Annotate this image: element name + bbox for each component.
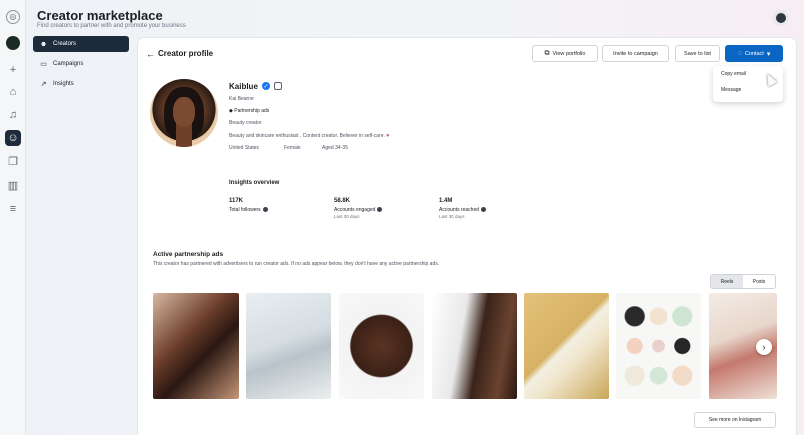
creators-icon: ☻ <box>39 40 48 48</box>
contact-icon: ◌ <box>737 50 742 57</box>
metric-label: Accounts engaged <box>334 207 383 213</box>
menu-icon[interactable]: ≡ <box>6 202 20 216</box>
nav-item-creators[interactable]: ☻ Creators <box>33 36 129 52</box>
creators-icon[interactable]: ☺ <box>5 130 21 146</box>
nav-item-campaigns[interactable]: ▭ Campaigns <box>33 56 129 72</box>
tag-age: Aged 34-35 <box>322 145 348 151</box>
tab-reels[interactable]: Reels <box>711 275 743 288</box>
avatar-icon[interactable] <box>6 36 20 50</box>
save-to-list-button[interactable]: Save to list <box>675 45 720 62</box>
info-icon[interactable] <box>377 207 383 213</box>
metric-period: Last 30 days <box>334 214 360 219</box>
bell-icon[interactable]: ♫ <box>6 108 20 122</box>
nav-item-label: Insights <box>53 81 74 87</box>
bio-text: Beauty and skincare enthusiast . Content… <box>229 133 385 139</box>
page-header-subtitle: Find creators to partner with and promot… <box>37 23 186 29</box>
contact-label: Contact <box>744 50 764 57</box>
ad-thumbnail[interactable] <box>339 293 424 399</box>
view-portfolio-button[interactable]: ⧉ View portfolio <box>532 45 598 62</box>
nav-item-label: Campaigns <box>53 61 84 67</box>
metric-label-text: Accounts reached <box>439 207 480 213</box>
meta-icon[interactable]: ◎ <box>6 10 20 24</box>
ad-thumbnail[interactable] <box>524 293 609 399</box>
metric-label-text: Total followers <box>229 207 261 213</box>
section-title: Active partnership ads <box>153 251 224 258</box>
side-nav: ☻ Creators ▭ Campaigns ↗ Insights <box>33 36 129 96</box>
instagram-icon[interactable] <box>274 82 282 90</box>
page-header-title: Creator marketplace <box>37 8 163 23</box>
avatar-face <box>173 97 195 127</box>
metric-value: 117K <box>229 198 244 204</box>
section-subtitle: This creator has partnered with advertis… <box>153 261 440 267</box>
icon-rail: ◎ + ⌂ ♫ ☺ ❐ ▥ ≡ <box>0 0 26 435</box>
handshake-icon: ◆ <box>229 108 233 114</box>
metric-label: Total followers <box>229 207 268 213</box>
insights-title: Insights overview <box>229 180 280 186</box>
see-more-on-instagram-button[interactable]: See more on Instagram <box>694 412 776 428</box>
partnership-text: Partnership ads <box>234 108 270 114</box>
creator-name: Kaiblue <box>229 82 258 91</box>
ad-thumbnail[interactable] <box>153 293 239 399</box>
heart-icon: ♥ <box>386 133 390 139</box>
save-label: Save to list <box>684 50 711 57</box>
partnership-ads-label: ◆ Partnership ads <box>229 108 269 114</box>
creator-category: Beauty creator <box>229 120 262 126</box>
tag-country: United States <box>229 145 260 151</box>
folder-icon: ▭ <box>40 61 47 68</box>
ad-thumbnail[interactable] <box>616 293 701 399</box>
tab-posts[interactable]: Posts <box>743 275 775 288</box>
metric-period: Last 30 days <box>439 214 465 219</box>
plus-icon[interactable]: + <box>6 63 20 77</box>
tag-gender: Female <box>284 145 301 151</box>
chevron-right-icon[interactable]: › <box>756 339 772 355</box>
back-arrow-icon[interactable]: ← <box>146 49 155 59</box>
app-window: ◎ + ⌂ ♫ ☺ ❐ ▥ ≡ Creator marketplace Find… <box>0 0 804 435</box>
media-type-toggle: Reels Posts <box>710 274 776 289</box>
nav-item-label: Creators <box>53 41 77 47</box>
info-icon[interactable] <box>481 207 487 213</box>
ad-thumbnail[interactable] <box>246 293 331 399</box>
contact-button[interactable]: ◌ Contact ▾ <box>725 45 783 62</box>
nav-item-insights[interactable]: ↗ Insights <box>33 76 129 92</box>
creator-bio: Beauty and skincare enthusiast . Content… <box>229 133 389 139</box>
profile-avatar <box>150 79 218 147</box>
page-title: Creator profile <box>158 49 214 58</box>
view-portfolio-label: View portfolio <box>552 50 586 57</box>
metric-label: Accounts reached <box>439 207 487 213</box>
chevron-down-icon: ▾ <box>766 50 771 58</box>
invite-to-campaign-button[interactable]: Invite to campaign <box>602 45 669 62</box>
external-link-icon: ⧉ <box>544 49 550 57</box>
metric-value: 1.4M <box>439 198 453 204</box>
info-icon[interactable] <box>262 207 268 213</box>
invite-label: Invite to campaign <box>613 50 658 57</box>
home-icon[interactable]: ⌂ <box>6 85 20 99</box>
metric-value: 58.8K <box>334 198 351 204</box>
ad-thumbnail[interactable] <box>432 293 517 399</box>
pages-icon[interactable]: ❐ <box>6 155 20 169</box>
metric-label-text: Accounts engaged <box>334 207 376 213</box>
trend-icon: ↗ <box>40 81 47 88</box>
creator-handle: Kai Bearne <box>229 96 254 102</box>
chart-icon[interactable]: ▥ <box>6 179 20 193</box>
settings-icon[interactable] <box>776 13 786 23</box>
verified-icon: ✓ <box>262 82 270 90</box>
